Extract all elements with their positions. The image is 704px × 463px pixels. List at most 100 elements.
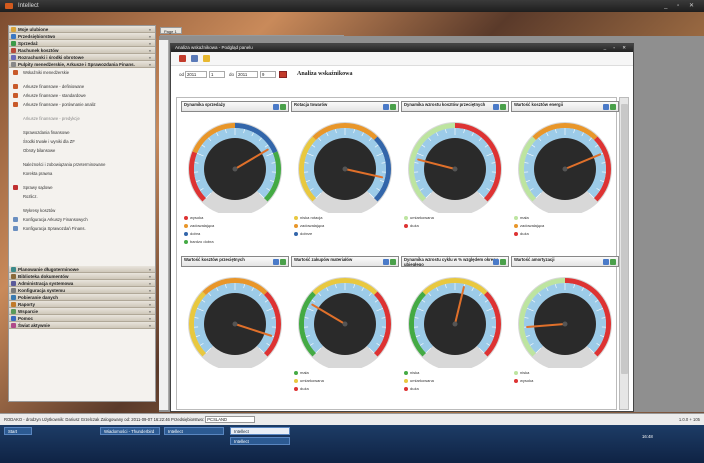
legend-item: niska — [514, 369, 618, 377]
sidebar-section[interactable]: Raporty » — [9, 301, 155, 308]
info-icon[interactable] — [493, 104, 499, 110]
sidebar-section[interactable]: Świat aktywnie » — [9, 322, 155, 329]
sidebar-item[interactable]: Arkusze finansowe - predykcje — [9, 114, 155, 123]
sidebar-item[interactable]: Konfiguracja Sprawozdań Finans. — [9, 224, 155, 233]
sidebar-item[interactable]: Korekta prawna — [9, 169, 155, 178]
gauge-buttons — [492, 259, 506, 266]
task-intellect-1[interactable]: Intellect — [164, 427, 224, 435]
gauge-legend: niska wysoka — [514, 369, 618, 385]
legend-label: zadowalająca — [300, 223, 325, 228]
refresh-icon[interactable] — [280, 104, 286, 110]
task-intellect-2[interactable]: Intellect — [230, 427, 290, 435]
sidebar-section[interactable]: Pulpity menedżerskie, Arkusze i Sprawozd… — [9, 61, 155, 68]
sidebar-item-label: Konfiguracja Sprawozdań Finans. — [23, 226, 86, 231]
sidebar-section[interactable]: Konfiguracja systemu » — [9, 287, 155, 294]
legend-item: mała — [294, 369, 398, 377]
gauge-hub — [342, 166, 348, 172]
legend-item: umiarkowana — [404, 377, 508, 385]
chevron-icon: » — [148, 295, 151, 300]
task-thunderbird[interactable]: Wiadomości - Thunderbird — [100, 427, 160, 435]
sidebar-section[interactable]: Administracja systemowa » — [9, 280, 155, 287]
tab-page1[interactable]: Page 1 — [160, 27, 182, 34]
sidebar-section[interactable]: Pobieranie danych » — [9, 294, 155, 301]
chevron-icon: » — [148, 281, 151, 286]
legend-label: dobrze — [300, 231, 313, 236]
sidebar-item[interactable]: Arkusze finansowe - standardowe — [9, 91, 155, 100]
star-icon[interactable] — [203, 55, 210, 62]
sidebar-section[interactable]: Przedsiębiorstwo » — [9, 33, 155, 40]
from-month-select[interactable]: 1 — [209, 71, 225, 78]
from-label: od — [179, 72, 185, 77]
task-intellect-3[interactable]: Intellect — [230, 437, 290, 445]
gauge-dial — [408, 122, 502, 213]
gauge-grid: Dynamika sprzedaży wysoka zadowalająca dobr… — [176, 97, 619, 410]
sidebar-section[interactable]: Pomoc » — [9, 315, 155, 322]
sidebar-item-label: Rozlicz. — [23, 194, 38, 199]
sidebar-item[interactable]: Rozlicz. — [9, 192, 155, 201]
legend-dot-icon — [404, 387, 408, 391]
sidebar-item[interactable]: Wskaźniki menedżerskie — [9, 68, 155, 77]
gauge-title: Rotacja towarów — [294, 102, 328, 107]
legend-dot-icon — [514, 232, 518, 236]
start-button[interactable]: Start — [4, 427, 32, 435]
to-year-select[interactable]: 2011 — [236, 71, 258, 78]
section-label: Sprzedaż — [18, 41, 38, 46]
save-icon[interactable] — [191, 55, 198, 62]
info-icon[interactable] — [273, 259, 279, 265]
sidebar-section[interactable]: Planowanie długoterminowe » — [9, 266, 155, 273]
sidebar-item[interactable]: Środki trwałe i wyniki dla ZF — [9, 137, 155, 146]
sidebar-item[interactable]: Obroty bilansowe — [9, 146, 155, 155]
section-label: Konfiguracja systemu — [18, 288, 66, 293]
refresh-icon[interactable] — [500, 259, 506, 265]
sidebar-section[interactable]: Rozrachunki i środki obrotowe » — [9, 54, 155, 61]
scrollbar-thumb[interactable] — [621, 104, 628, 374]
refresh-icon[interactable] — [610, 259, 616, 265]
sidebar-item[interactable]: Arkusze finansowe - definiowane — [9, 82, 155, 91]
legend-item: wysoka — [514, 377, 618, 385]
task-label: Intellect — [234, 429, 249, 434]
sidebar-item-label: Sprawozdania finansowe — [23, 130, 70, 135]
info-icon[interactable] — [603, 259, 609, 265]
sidebar-section[interactable]: Rachunek kosztów » — [9, 47, 155, 54]
sidebar-item[interactable]: Arkusze finansowe - porównanie analiz — [9, 100, 155, 109]
section-icon — [11, 267, 16, 272]
refresh-icon[interactable] — [500, 104, 506, 110]
sidebar-item[interactable]: Wykresy kosztów — [9, 206, 155, 215]
collapsed-panel[interactable] — [159, 40, 169, 410]
gauge-header: Wartość kosztów przeciętnych — [181, 256, 289, 267]
sidebar-item[interactable]: Konfiguracja Arkuszy Finansowych — [9, 215, 155, 224]
legend-label: mała — [300, 370, 309, 375]
refresh-button[interactable] — [279, 71, 287, 78]
section-icon — [11, 34, 16, 39]
company-select[interactable]: PCSLAND — [205, 416, 256, 424]
sidebar-section[interactable]: Biblioteka dokumentów » — [9, 273, 155, 280]
gauge-header: Dynamika wzrostu cyklu w % względem okre… — [401, 256, 509, 267]
window-controls[interactable]: _ ▫ ✕ — [664, 2, 698, 9]
gauge-legend: umiarkowana duża — [404, 214, 508, 230]
refresh-icon[interactable] — [610, 104, 616, 110]
sidebar-section[interactable]: Moje ulubione » — [9, 26, 155, 33]
sidebar-item[interactable]: Należności i zobowiązania przeterminowan… — [9, 160, 155, 169]
sidebar-item[interactable]: Sprawy sądowe — [9, 183, 155, 192]
to-month-select[interactable]: 9 — [260, 71, 276, 78]
legend-dot-icon — [514, 371, 518, 375]
window-buttons[interactable]: _ ▫ ✕ — [604, 44, 629, 52]
print-icon[interactable] — [179, 55, 186, 62]
info-icon[interactable] — [493, 259, 499, 265]
section-icon — [11, 302, 16, 307]
info-icon[interactable] — [383, 259, 389, 265]
refresh-icon[interactable] — [390, 259, 396, 265]
sidebar: Moje ulubione » Przedsiębiorstwo » Sprzedaż »… — [8, 25, 156, 402]
sidebar-item[interactable]: Sprawozdania finansowe — [9, 128, 155, 137]
sidebar-section[interactable]: Sprzedaż » — [9, 40, 155, 47]
info-icon[interactable] — [383, 104, 389, 110]
refresh-icon[interactable] — [390, 104, 396, 110]
legend-dot-icon — [294, 232, 298, 236]
info-icon[interactable] — [273, 104, 279, 110]
vertical-scrollbar[interactable] — [619, 97, 629, 410]
from-year-select[interactable]: 2011 — [185, 71, 207, 78]
section-label: Moje ulubione — [18, 27, 49, 32]
info-icon[interactable] — [603, 104, 609, 110]
refresh-icon[interactable] — [280, 259, 286, 265]
sidebar-section[interactable]: Wsparcie » — [9, 308, 155, 315]
